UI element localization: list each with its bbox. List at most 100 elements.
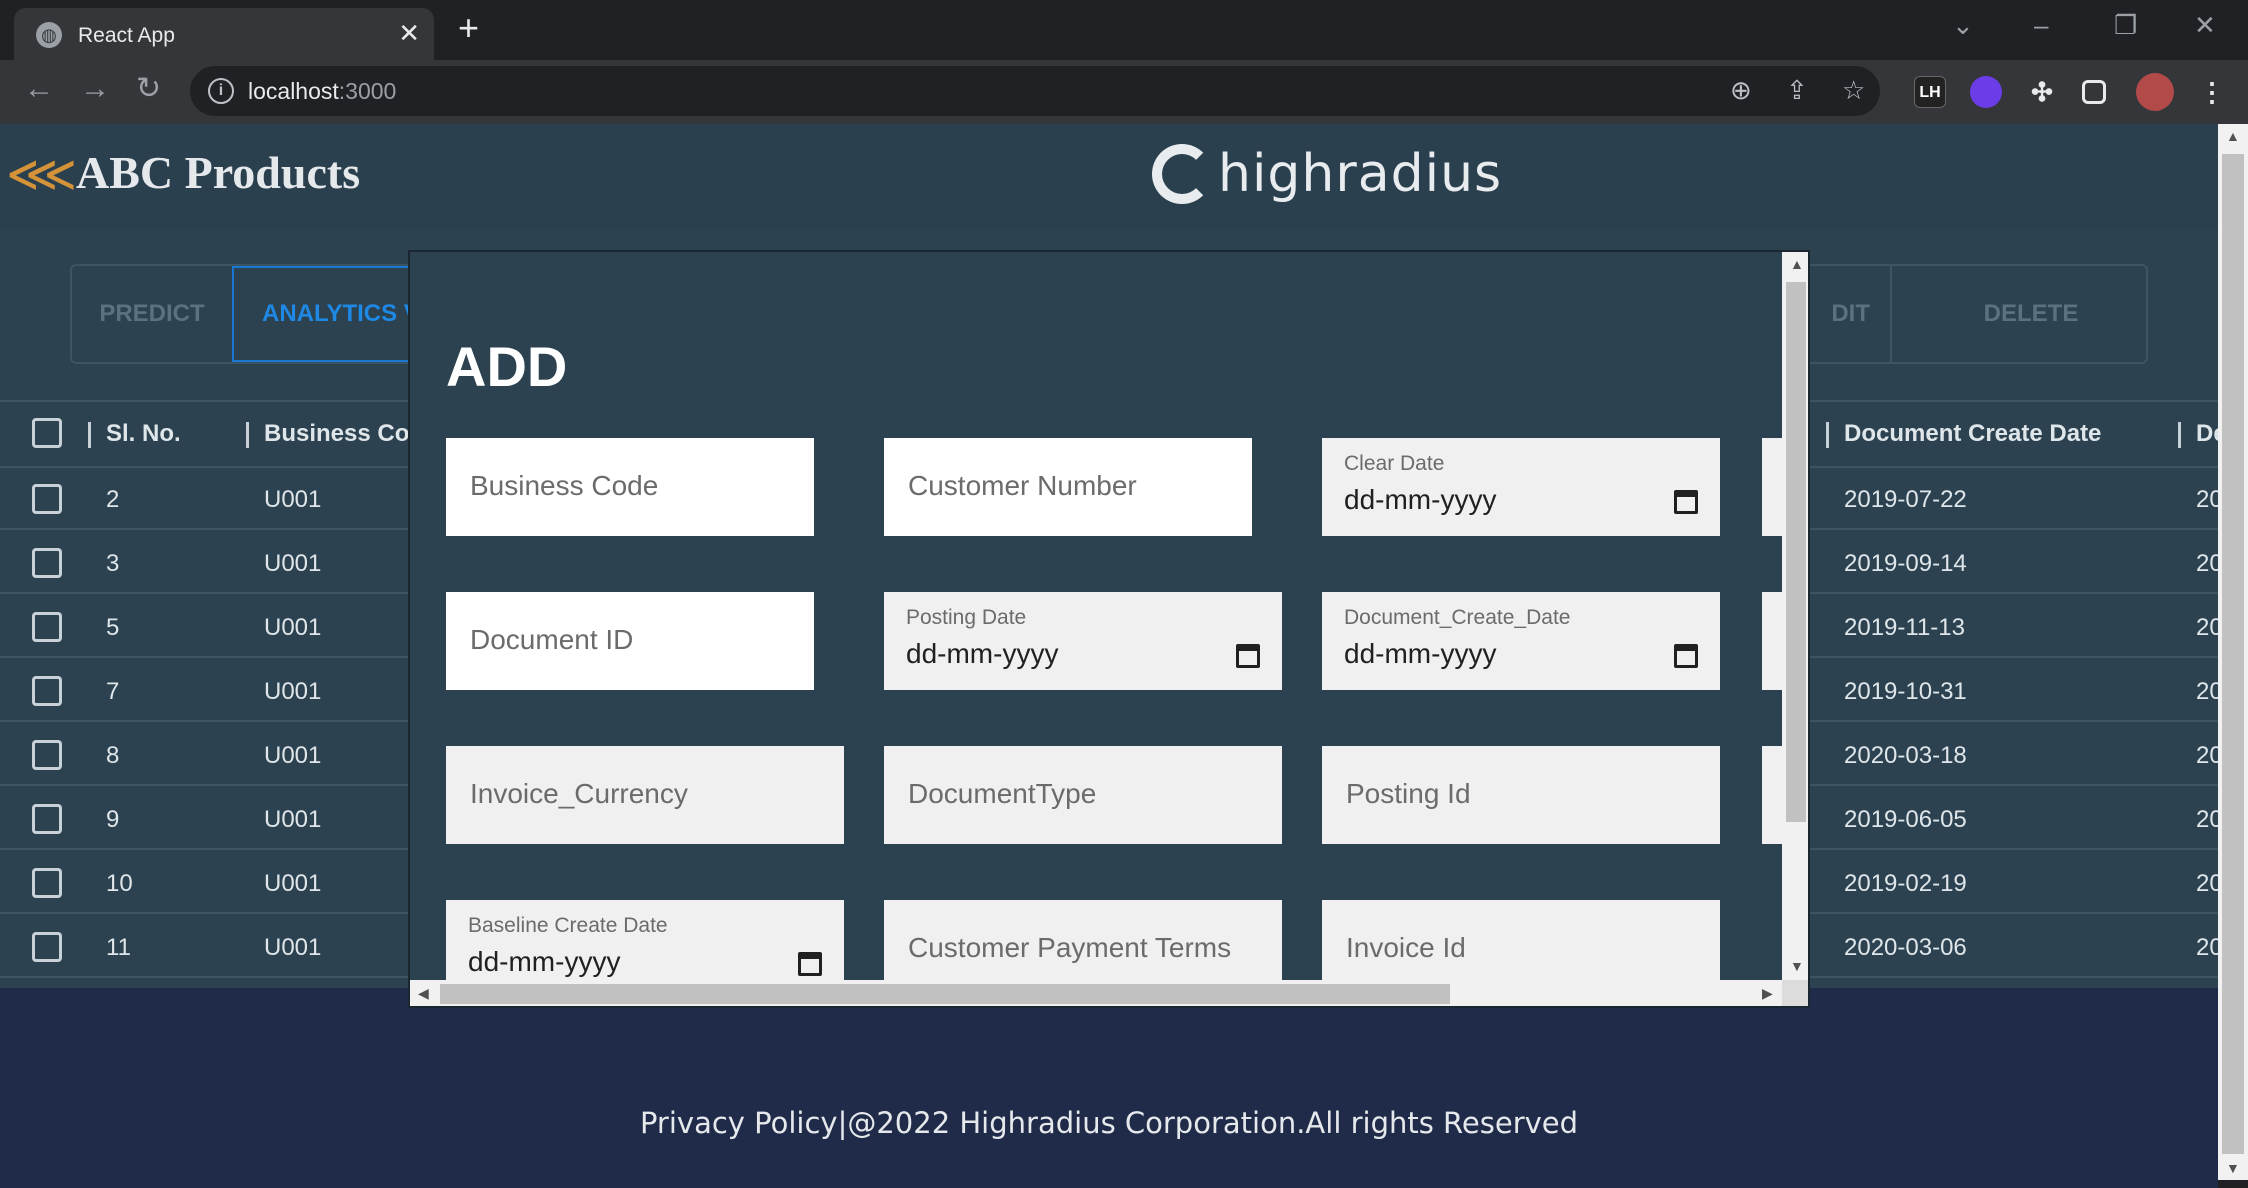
invoice-currency-placeholder: Invoice_Currency	[470, 778, 688, 809]
restore-icon[interactable]: ❐	[2114, 10, 2137, 41]
cell-sl-no: 7	[106, 678, 120, 705]
info-icon[interactable]: i	[208, 78, 234, 104]
column-header-next[interactable]: De	[2196, 420, 2218, 448]
posting-id-placeholder: Posting Id	[1346, 778, 1471, 809]
extensions-puzzle-icon[interactable]: ✣	[2026, 76, 2058, 108]
calendar-icon[interactable]	[1236, 644, 1260, 668]
scroll-right-arrow-icon[interactable]: ▶	[1762, 985, 1773, 1002]
column-header-business-code[interactable]: Business Co	[264, 420, 409, 448]
browser-menu-icon[interactable]: ⋮	[2196, 76, 2228, 108]
browser-tabstrip: ◍ React App ✕ + ⌄ – ❐ ✕	[0, 0, 2248, 60]
posting-date-value: dd-mm-yyyy	[906, 638, 1059, 669]
row-checkbox[interactable]	[32, 676, 62, 706]
row-checkbox[interactable]	[32, 484, 62, 514]
dialog-horizontal-scrollbar[interactable]: ◀ ▶	[410, 980, 1782, 1006]
page-scrollbar[interactable]: ▲ ▼	[2218, 124, 2248, 1180]
profile-avatar[interactable]	[2136, 73, 2174, 111]
zoom-icon[interactable]: ⊕	[1730, 76, 1752, 104]
cell-next: 20	[2196, 486, 2218, 513]
page-scrollbar-thumb[interactable]	[2222, 154, 2244, 1154]
column-separator	[246, 422, 249, 448]
delete-button[interactable]: DELETE	[1916, 266, 2146, 362]
row-checkbox[interactable]	[32, 868, 62, 898]
dialog-vertical-scrollbar[interactable]: ▲ ▼	[1782, 252, 1808, 980]
url-host: localhost	[248, 78, 339, 104]
calendar-icon[interactable]	[1674, 490, 1698, 514]
baseline-create-date-value: dd-mm-yyyy	[468, 946, 621, 977]
scroll-up-arrow-icon[interactable]: ▲	[2226, 128, 2240, 144]
cell-sl-no: 9	[106, 806, 120, 833]
row-checkbox[interactable]	[32, 804, 62, 834]
forward-icon[interactable]: →	[80, 74, 110, 104]
cell-next: 20	[2196, 550, 2218, 577]
document-type-input[interactable]: DocumentType	[884, 746, 1282, 844]
scroll-down-arrow-icon[interactable]: ▼	[1790, 958, 1804, 974]
color-extension-icon[interactable]	[1970, 76, 2002, 108]
cell-business-code: U001	[264, 742, 322, 769]
globe-icon: ◍	[36, 22, 62, 48]
tab-close-button[interactable]: ✕	[398, 20, 420, 46]
column-separator	[2178, 422, 2181, 448]
dialog-vertical-scrollbar-thumb[interactable]	[1786, 282, 1806, 822]
cell-sl-no: 8	[106, 742, 120, 769]
row-checkbox[interactable]	[32, 932, 62, 962]
side-panel-icon[interactable]	[2082, 80, 2106, 104]
cell-next: 20	[2196, 870, 2218, 897]
customer-number-placeholder: Customer Number	[908, 470, 1137, 501]
cell-document-create-date: 2019-11-13	[1844, 614, 1965, 641]
url-text: localhost:3000	[248, 78, 396, 105]
posting-date-input[interactable]: Posting Date dd-mm-yyyy	[884, 592, 1282, 690]
cell-sl-no: 3	[106, 550, 120, 577]
business-code-input[interactable]: Business Code	[446, 438, 814, 536]
url-port: :3000	[338, 78, 397, 104]
clear-date-input[interactable]: Clear Date dd-mm-yyyy	[1322, 438, 1720, 536]
share-icon[interactable]: ⇪	[1786, 76, 1808, 104]
cell-business-code: U001	[264, 678, 322, 705]
tab-title: React App	[78, 24, 175, 47]
business-code-placeholder: Business Code	[470, 470, 659, 501]
cell-sl-no: 2	[106, 486, 120, 513]
add-dialog: ADD Business Code Customer Number Clear …	[408, 250, 1810, 1008]
cell-next: 20	[2196, 806, 2218, 833]
cell-next: 20	[2196, 614, 2218, 641]
customer-number-input[interactable]: Customer Number	[884, 438, 1252, 536]
column-header-sl-no[interactable]: Sl. No.	[106, 420, 181, 448]
invoice-currency-input[interactable]: Invoice_Currency	[446, 746, 844, 844]
app-footer: Privacy Policy|@2022 Highradius Corporat…	[0, 988, 2218, 1188]
cell-business-code: U001	[264, 934, 322, 961]
cell-document-create-date: 2020-03-18	[1844, 742, 1967, 769]
row-checkbox[interactable]	[32, 548, 62, 578]
dialog-horizontal-scrollbar-thumb[interactable]	[440, 984, 1450, 1004]
cell-document-create-date: 2019-02-19	[1844, 870, 1967, 897]
document-create-date-label: Document_Create_Date	[1344, 606, 1571, 629]
customer-payment-terms-placeholder: Customer Payment Terms	[908, 932, 1232, 963]
column-header-document-create-date[interactable]: Document Create Date	[1844, 420, 2101, 448]
scroll-down-arrow-icon[interactable]: ▼	[2226, 1160, 2240, 1176]
close-window-icon[interactable]: ✕	[2194, 10, 2216, 41]
address-bar[interactable]: i localhost:3000 ⊕ ⇪ ☆	[190, 66, 1880, 116]
clear-date-value: dd-mm-yyyy	[1344, 484, 1497, 515]
predict-button[interactable]: PREDICT	[72, 266, 234, 362]
select-all-checkbox[interactable]	[32, 418, 62, 448]
document-type-placeholder: DocumentType	[908, 778, 1097, 809]
back-icon[interactable]: ←	[24, 74, 54, 104]
calendar-icon[interactable]	[798, 952, 822, 976]
clear-date-label: Clear Date	[1344, 452, 1445, 475]
calendar-icon[interactable]	[1674, 644, 1698, 668]
document-create-date-input[interactable]: Document_Create_Date dd-mm-yyyy	[1322, 592, 1720, 690]
scroll-left-arrow-icon[interactable]: ◀	[418, 985, 429, 1002]
tab-search-icon[interactable]: ⌄	[1952, 10, 1974, 41]
new-tab-button[interactable]: +	[458, 10, 479, 46]
scroll-up-arrow-icon[interactable]: ▲	[1790, 256, 1804, 272]
reload-icon[interactable]: ↻	[136, 74, 161, 104]
row-checkbox[interactable]	[32, 612, 62, 642]
posting-date-label: Posting Date	[906, 606, 1027, 629]
bookmark-star-icon[interactable]: ☆	[1842, 76, 1865, 104]
minimize-icon[interactable]: –	[2034, 10, 2048, 41]
lighthouse-extension-icon[interactable]: LH	[1914, 76, 1946, 108]
document-id-input[interactable]: Document ID	[446, 592, 814, 690]
posting-id-input[interactable]: Posting Id	[1322, 746, 1720, 844]
browser-tab[interactable]: ◍ React App ✕	[14, 8, 434, 60]
cell-document-create-date: 2019-09-14	[1844, 550, 1967, 577]
row-checkbox[interactable]	[32, 740, 62, 770]
